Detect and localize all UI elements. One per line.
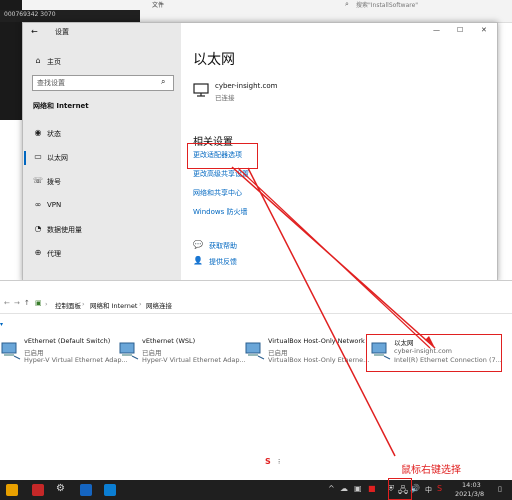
ime-app-icon[interactable]: S [437, 484, 442, 493]
arrow-to-taskbar [247, 167, 396, 457]
chevron-up-icon[interactable]: ^ [328, 484, 335, 493]
tray-cloud-icon[interactable]: ☁ [340, 484, 348, 493]
annotation-label: 鼠标右键选择 [401, 465, 461, 476]
notification-icon[interactable]: ▯ [498, 485, 502, 493]
folder-icon[interactable] [6, 484, 18, 496]
mail-icon[interactable] [80, 484, 92, 496]
app-icon[interactable] [32, 484, 44, 496]
annotation-box-tray [388, 478, 412, 500]
store-icon[interactable] [104, 484, 116, 496]
clock-date[interactable]: 2021/3/8 [455, 490, 484, 498]
annotation-arrows [231, 166, 436, 457]
tray-app-icon[interactable]: ▣ [354, 484, 362, 493]
taskbar: ⚙ ^ ☁ ▣ ■ ⛨ 🖧 🔊 中 S 14:03 2021/3/8 ▯ [0, 480, 512, 500]
gear-icon[interactable]: ⚙ [56, 483, 65, 494]
arrow-secondary [237, 167, 431, 349]
ime-indicator[interactable]: 中 [425, 485, 432, 495]
arrowhead-icon [425, 336, 435, 348]
tray-security-icon[interactable]: ■ [368, 484, 376, 493]
clock-time[interactable]: 14:03 [462, 481, 481, 489]
